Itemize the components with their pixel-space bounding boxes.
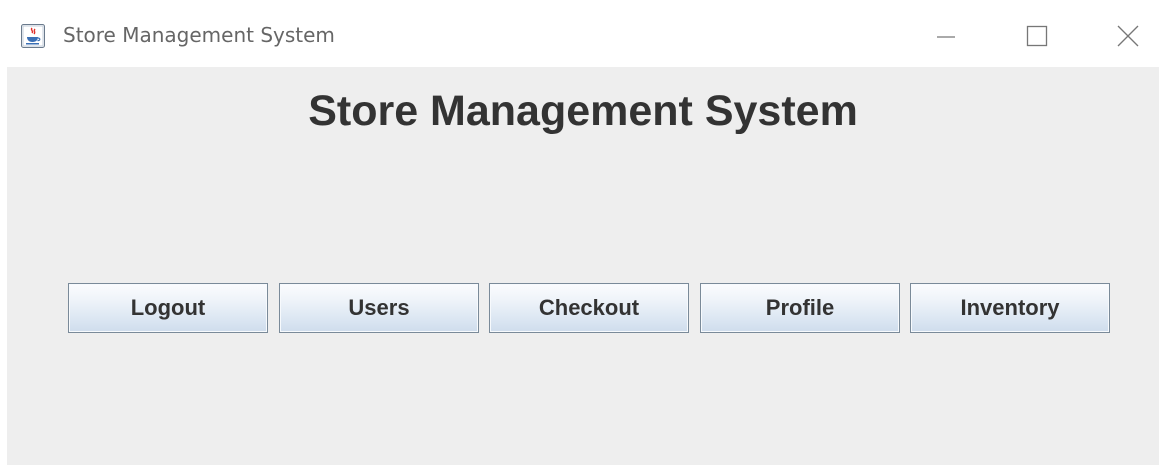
checkout-button[interactable]: Checkout [489, 283, 689, 333]
minimize-button[interactable] [929, 20, 963, 52]
window-title: Store Management System [63, 23, 335, 47]
logout-button[interactable]: Logout [68, 283, 268, 333]
profile-button[interactable]: Profile [700, 283, 900, 333]
users-button[interactable]: Users [279, 283, 479, 333]
maximize-icon [1026, 25, 1048, 47]
minimize-icon [937, 36, 955, 38]
main-panel: Store Management System Logout Users Che… [7, 67, 1159, 465]
title-bar[interactable]: Store Management System [0, 0, 1166, 67]
java-icon[interactable] [21, 24, 45, 48]
app-window: Store Management System Store Management… [0, 0, 1166, 465]
inventory-button[interactable]: Inventory [910, 283, 1110, 333]
page-title: Store Management System [308, 87, 858, 135]
close-button[interactable] [1111, 20, 1145, 52]
close-icon [1117, 25, 1139, 47]
maximize-button[interactable] [1020, 20, 1054, 52]
